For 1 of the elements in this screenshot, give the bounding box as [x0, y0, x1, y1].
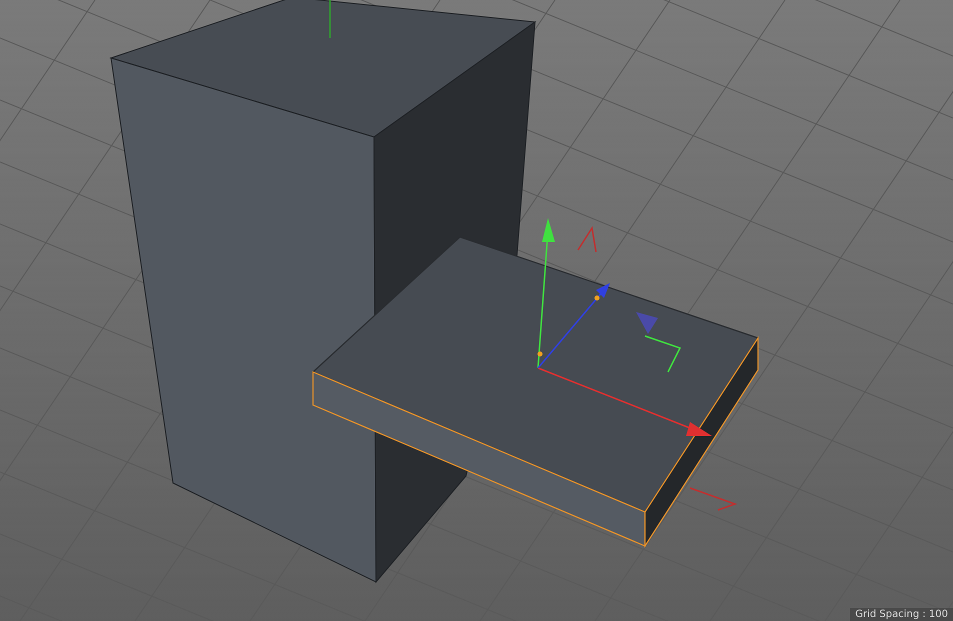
grid-spacing-label: Grid Spacing : 100 — [850, 608, 953, 621]
